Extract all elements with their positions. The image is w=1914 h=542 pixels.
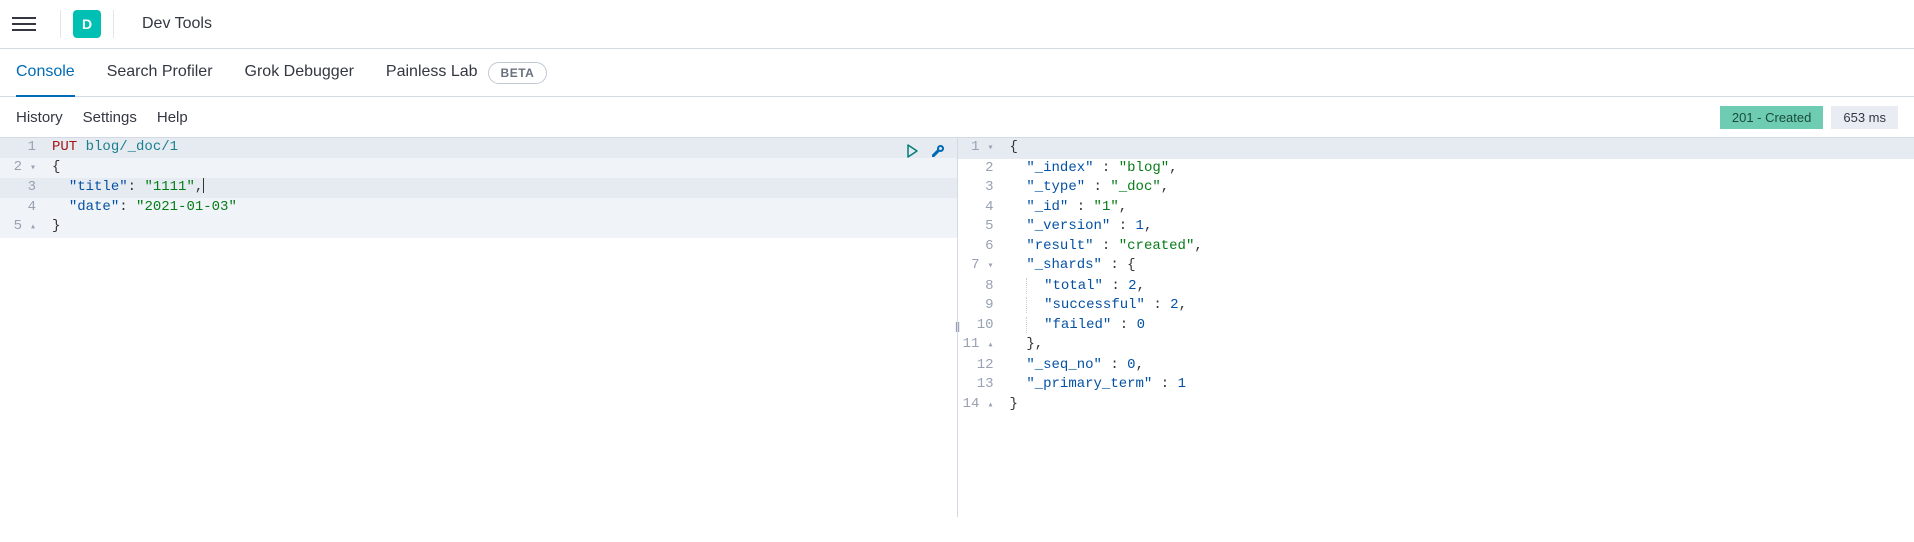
code-line[interactable]: 5 "_version" : 1,	[958, 217, 1914, 237]
code-content: "successful" : 2,	[1004, 296, 1914, 316]
code-line[interactable]: 1PUT blog/_doc/1	[0, 138, 957, 158]
request-pane[interactable]: 1PUT blog/_doc/12 ▾{3 "title": "1111",4 …	[0, 137, 958, 517]
code-content: },	[1004, 335, 1914, 356]
line-number: 10	[958, 316, 1004, 336]
line-number: 3	[0, 178, 46, 198]
line-number: 9	[958, 296, 1004, 316]
divider	[113, 10, 114, 38]
response-pane[interactable]: 1 ▾{2 "_index" : "blog",3 "_type" : "_do…	[958, 137, 1914, 517]
code-content: "total" : 2,	[1004, 277, 1914, 297]
settings-link[interactable]: Settings	[83, 109, 137, 126]
tab-search-profiler[interactable]: Search Profiler	[107, 49, 213, 97]
help-link[interactable]: Help	[157, 109, 188, 126]
code-content[interactable]: "title": "1111",	[46, 178, 957, 198]
console-panes: 1PUT blog/_doc/12 ▾{3 "title": "1111",4 …	[0, 137, 1914, 517]
line-number: 4	[0, 198, 46, 218]
code-line[interactable]: 4 "_id" : "1",	[958, 198, 1914, 218]
code-line[interactable]: 12 "_seq_no" : 0,	[958, 356, 1914, 376]
line-number: 5	[958, 217, 1004, 237]
code-content: {	[1004, 138, 1914, 159]
code-line[interactable]: 5 ▴}	[0, 217, 957, 238]
line-number: 1 ▾	[958, 138, 1004, 159]
line-number: 1	[0, 138, 46, 158]
code-content: "_primary_term" : 1	[1004, 375, 1914, 395]
beta-badge: BETA	[488, 62, 548, 84]
line-number: 4	[958, 198, 1004, 218]
line-number: 14 ▴	[958, 395, 1004, 416]
divider	[60, 10, 61, 38]
code-content: "_shards" : {	[1004, 256, 1914, 277]
app-header: D Dev Tools	[0, 0, 1914, 49]
line-number: 2	[958, 159, 1004, 179]
wrench-icon[interactable]	[929, 142, 947, 160]
code-line[interactable]: 9 "successful" : 2,	[958, 296, 1914, 316]
play-icon[interactable]	[903, 142, 921, 160]
code-content: "_seq_no" : 0,	[1004, 356, 1914, 376]
line-number: 8	[958, 277, 1004, 297]
response-time: 653 ms	[1831, 106, 1898, 129]
code-line[interactable]: 11 ▴ },	[958, 335, 1914, 356]
code-line[interactable]: 13 "_primary_term" : 1	[958, 375, 1914, 395]
line-number: 13	[958, 375, 1004, 395]
code-content: "_id" : "1",	[1004, 198, 1914, 218]
code-content: }	[1004, 395, 1914, 416]
code-line[interactable]: 1 ▾{	[958, 138, 1914, 159]
line-number: 7 ▾	[958, 256, 1004, 277]
code-content: "_type" : "_doc",	[1004, 178, 1914, 198]
code-line[interactable]: 8 "total" : 2,	[958, 277, 1914, 297]
code-content: "result" : "created",	[1004, 237, 1914, 257]
history-link[interactable]: History	[16, 109, 63, 126]
code-line[interactable]: 2 "_index" : "blog",	[958, 159, 1914, 179]
tab-grok-debugger[interactable]: Grok Debugger	[245, 49, 354, 97]
line-number: 6	[958, 237, 1004, 257]
tab-painless-lab[interactable]: Painless Lab	[386, 49, 478, 97]
line-number: 12	[958, 356, 1004, 376]
code-line[interactable]: 14 ▴}	[958, 395, 1914, 416]
status-badge: 201 - Created	[1720, 106, 1824, 129]
code-content[interactable]: }	[46, 217, 957, 238]
code-content: "_index" : "blog",	[1004, 159, 1914, 179]
console-toolbar: History Settings Help 201 - Created 653 …	[0, 97, 1914, 137]
tab-console[interactable]: Console	[16, 49, 75, 97]
line-number: 2 ▾	[0, 158, 46, 179]
code-line[interactable]: 10 "failed" : 0	[958, 316, 1914, 336]
line-number: 5 ▴	[0, 217, 46, 238]
line-number: 3	[958, 178, 1004, 198]
menu-icon[interactable]	[12, 12, 36, 36]
code-content[interactable]: {	[46, 158, 957, 179]
code-line[interactable]: 6 "result" : "created",	[958, 237, 1914, 257]
code-line[interactable]: 7 ▾ "_shards" : {	[958, 256, 1914, 277]
code-line[interactable]: 3 "_type" : "_doc",	[958, 178, 1914, 198]
code-content[interactable]: PUT blog/_doc/1	[46, 138, 957, 158]
code-content[interactable]: "date": "2021-01-03"	[46, 198, 957, 218]
line-number: 11 ▴	[958, 335, 1004, 356]
code-line[interactable]: 2 ▾{	[0, 158, 957, 179]
code-content: "failed" : 0	[1004, 316, 1914, 336]
code-line[interactable]: 3 "title": "1111",	[0, 178, 957, 198]
app-logo[interactable]: D	[73, 10, 101, 38]
code-content: "_version" : 1,	[1004, 217, 1914, 237]
request-actions	[903, 142, 947, 160]
app-title: Dev Tools	[142, 15, 212, 33]
code-line[interactable]: 4 "date": "2021-01-03"	[0, 198, 957, 218]
pane-resizer[interactable]: ‖	[955, 319, 960, 335]
tabs-bar: Console Search Profiler Grok Debugger Pa…	[0, 49, 1914, 97]
